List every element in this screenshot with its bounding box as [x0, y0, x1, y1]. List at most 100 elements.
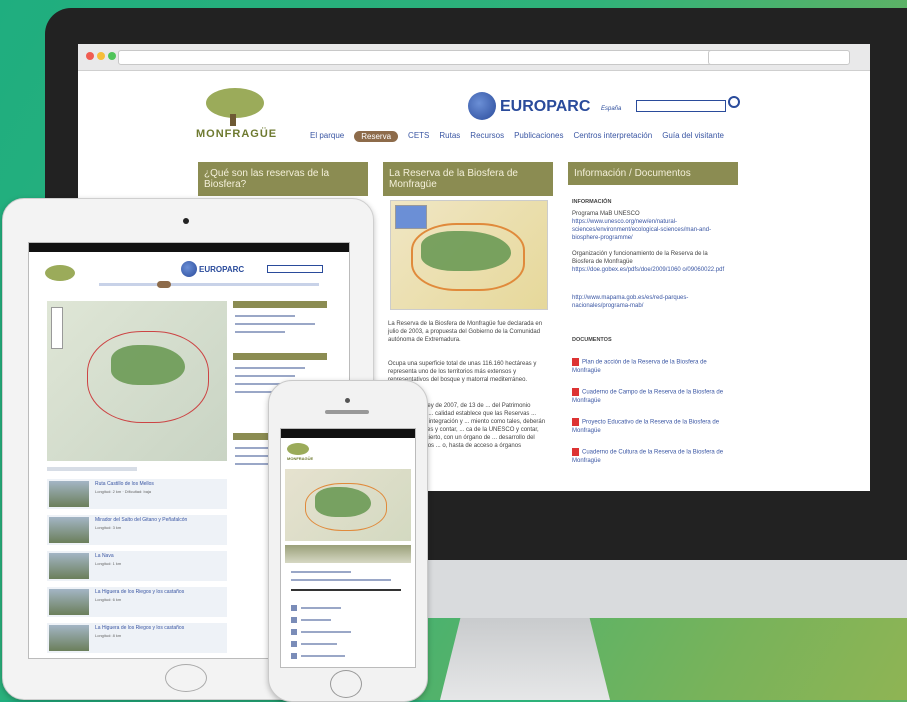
europarc-brand: EUROPARC [199, 265, 245, 274]
route-title: Mirador del Salto del Gitano y Peñafalcó… [95, 517, 188, 523]
tree-logo-icon [45, 265, 75, 281]
pdf-icon [572, 418, 579, 426]
nav-guia[interactable]: Guía del visitante [662, 131, 724, 142]
doc-3-label: Proyecto Educativo de la Reserva de la B… [572, 419, 720, 434]
search-input[interactable] [636, 100, 726, 112]
europarc-subtitle: España [601, 106, 622, 112]
col3-heading: Información / Documentos [568, 162, 738, 185]
info-2-title: Organización y funcionamiento de la Rese… [572, 251, 708, 265]
list-item[interactable]: La Higuera de los Riegos y los castaños … [47, 587, 227, 617]
doc-link-4[interactable]: Cuaderno de Cultura de la Reserva de la … [572, 448, 730, 465]
nav-publicaciones[interactable]: Publicaciones [514, 131, 563, 142]
address-bar[interactable] [118, 50, 770, 65]
text-line [291, 571, 351, 573]
search-input[interactable] [267, 265, 323, 273]
phone-screen: MONFRAGÜE [280, 428, 416, 668]
tree-trunk [230, 114, 236, 126]
route-thumbnail [49, 481, 89, 507]
route-title: La Nava [95, 553, 114, 559]
col2-heading: La Reserva de la Biosfera de Monfragüe [383, 162, 553, 196]
map-legend [47, 467, 137, 471]
status-bar [29, 243, 349, 252]
list-item[interactable]: Mirador del Salto del Gitano y Peñafalcó… [47, 515, 227, 545]
route-thumbnail [49, 517, 89, 543]
col2-paragraph-1: La Reserva de la Biosfera de Monfragüe f… [388, 321, 543, 343]
list-item[interactable]: Ruta Castillo de los Mellos Longitud: 2 … [47, 479, 227, 509]
maximize-icon[interactable] [108, 52, 116, 60]
nav-reserva[interactable] [157, 281, 171, 288]
globe-logo-icon [181, 261, 197, 277]
text-line [301, 607, 341, 609]
map-route [305, 483, 387, 531]
route-thumbnail [49, 625, 89, 651]
route-map[interactable] [285, 469, 411, 541]
list-icon [291, 653, 297, 659]
speaker-grille [325, 410, 369, 414]
route-thumbnail [49, 553, 89, 579]
route-map[interactable] [47, 301, 227, 461]
route-detail: Longitud: 2 km · Dificultad: baja [95, 489, 152, 494]
doc-link-2[interactable]: Cuaderno de Campo de la Reserva de la Bi… [572, 388, 730, 405]
route-detail: Longitud: 3 km [95, 525, 122, 530]
zoom-control[interactable] [51, 307, 63, 349]
info-1-title: Programa MaB UNESCO [572, 211, 640, 217]
search-icon[interactable] [728, 96, 740, 108]
minimize-icon[interactable] [97, 52, 105, 60]
docs-heading: DOCUMENTOS [572, 337, 612, 343]
info-2-link[interactable]: https://doe.gobex.es/pdfs/doe/2009/1060 … [572, 266, 730, 274]
doc-4-label: Cuaderno de Cultura de la Reserva de la … [572, 449, 724, 464]
route-thumbnail [49, 589, 89, 615]
monitor-stand [440, 618, 610, 700]
sidebar-line [235, 323, 315, 325]
route-title: La Higuera de los Riegos y los castaños [95, 625, 185, 631]
sidebar-heading [233, 301, 327, 308]
tree-logo-icon [287, 443, 309, 455]
list-icon [291, 617, 297, 623]
nav-recursos[interactable]: Recursos [470, 131, 504, 142]
list-icon [291, 629, 297, 635]
main-nav: El parque Reserva CETS Rutas Recursos Pu… [310, 131, 724, 142]
doc-link-3[interactable]: Proyecto Educativo de la Reserva de la B… [572, 418, 730, 435]
logo-text: MONFRAGÜE [196, 128, 278, 140]
sidebar-line [235, 331, 285, 333]
text-line [301, 655, 345, 657]
route-detail: Longitud: 6 km [95, 597, 122, 602]
sidebar-line [235, 367, 305, 369]
nav-centros[interactable]: Centros interpretación [573, 131, 652, 142]
doc-link-1[interactable]: Plan de acción de la Reserva de la Biosf… [572, 358, 730, 375]
sidebar-line [235, 315, 295, 317]
europarc-brand: EUROPARC [500, 98, 591, 115]
list-item[interactable]: La Higuera de los Riegos y los castaños … [47, 623, 227, 653]
pdf-icon [572, 388, 579, 396]
close-icon[interactable] [86, 52, 94, 60]
text-line [301, 619, 331, 621]
list-icon [291, 641, 297, 647]
biosphere-map[interactable] [390, 200, 548, 310]
pdf-icon [572, 448, 579, 456]
camera-icon [345, 398, 350, 403]
nav-cets[interactable]: CETS [408, 131, 429, 142]
route-detail: Longitud: 8 km [95, 633, 122, 638]
nav-rutas[interactable]: Rutas [439, 131, 460, 142]
home-button[interactable] [165, 664, 207, 692]
slider-track[interactable] [291, 589, 401, 591]
globe-logo-icon [468, 92, 496, 120]
nav-reserva[interactable]: Reserva [354, 131, 399, 142]
nav-el-parque[interactable]: El parque [310, 131, 344, 142]
info-3-link[interactable]: http://www.mapama.gob.es/es/red-parques-… [572, 294, 730, 310]
info-1-link[interactable]: https://www.unesco.org/new/en/natural-sc… [572, 218, 730, 242]
list-icon [291, 605, 297, 611]
browser-toolbar [78, 44, 870, 71]
map-inset [395, 205, 427, 229]
doc-1-label: Plan de acción de la Reserva de la Biosf… [572, 359, 707, 374]
home-button[interactable] [330, 670, 362, 698]
browser-search-bar[interactable] [708, 50, 850, 65]
sidebar-heading [233, 353, 327, 360]
text-line [301, 631, 351, 633]
col1-heading: ¿Qué son las reservas de la Biosfera? [198, 162, 368, 196]
text-line [301, 643, 337, 645]
photo-banner [285, 545, 411, 563]
route-title: La Higuera de los Riegos y los castaños [95, 589, 185, 595]
camera-icon [183, 218, 189, 224]
list-item[interactable]: La Nava Longitud: 1 km [47, 551, 227, 581]
